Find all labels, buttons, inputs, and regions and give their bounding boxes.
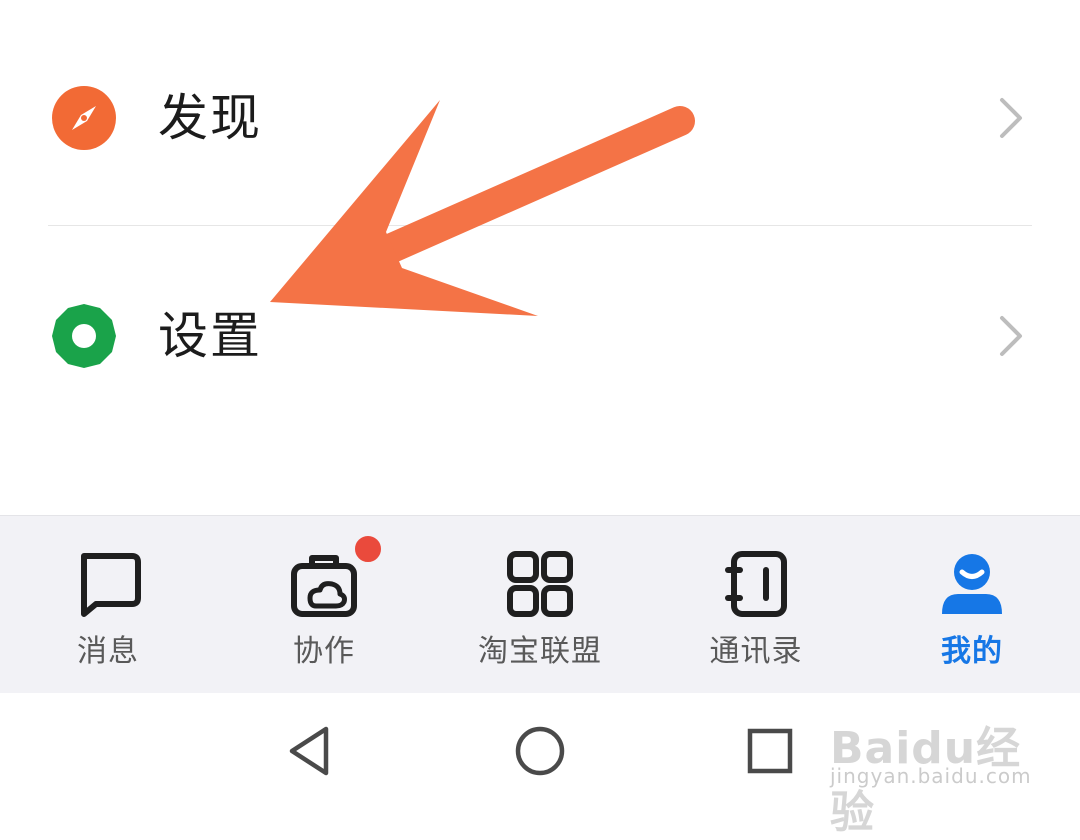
tab-label: 消息 (77, 634, 139, 669)
tab-contacts[interactable]: 通讯录 (648, 516, 864, 694)
tab-messages[interactable]: 消息 (0, 516, 216, 694)
back-icon[interactable] (280, 721, 340, 781)
collaborate-icon (291, 555, 357, 617)
tab-label: 我的 (941, 634, 1003, 669)
baidu-jingyan-watermark: Baidu经验 jingyan.baidu.com (826, 690, 1036, 838)
tab-me[interactable]: 我的 (864, 516, 1080, 694)
tab-label: 淘宝联盟 (478, 634, 602, 669)
watermark-url: jingyan.baidu.com (830, 764, 1032, 788)
tab-taobao-alliance[interactable]: 淘宝联盟 (432, 516, 648, 694)
tab-label: 通讯录 (709, 634, 803, 669)
recents-icon[interactable] (740, 721, 800, 781)
bottom-tab-bar: 消息 协作 淘宝联盟 通讯录 我的 (0, 515, 1080, 694)
menu-item-settings[interactable]: 设置 (0, 256, 1080, 416)
chevron-right-icon (1000, 98, 1022, 138)
chevron-right-icon (1000, 316, 1022, 356)
divider (48, 225, 1032, 226)
menu-item-label: 发现 (158, 89, 262, 147)
gear-icon (52, 304, 116, 368)
compass-icon (52, 86, 116, 150)
tab-label: 协作 (293, 634, 355, 669)
settings-menu: 发现 设置 (0, 0, 1080, 515)
message-icon (81, 553, 141, 617)
tab-collaborate[interactable]: 协作 (216, 516, 432, 694)
notification-badge (352, 533, 384, 565)
profile-icon (942, 554, 1002, 614)
grid-icon (507, 551, 573, 617)
menu-item-label: 设置 (158, 307, 262, 365)
contacts-icon (725, 551, 787, 617)
menu-item-discover[interactable]: 发现 (0, 38, 1080, 198)
home-icon[interactable] (510, 721, 570, 781)
